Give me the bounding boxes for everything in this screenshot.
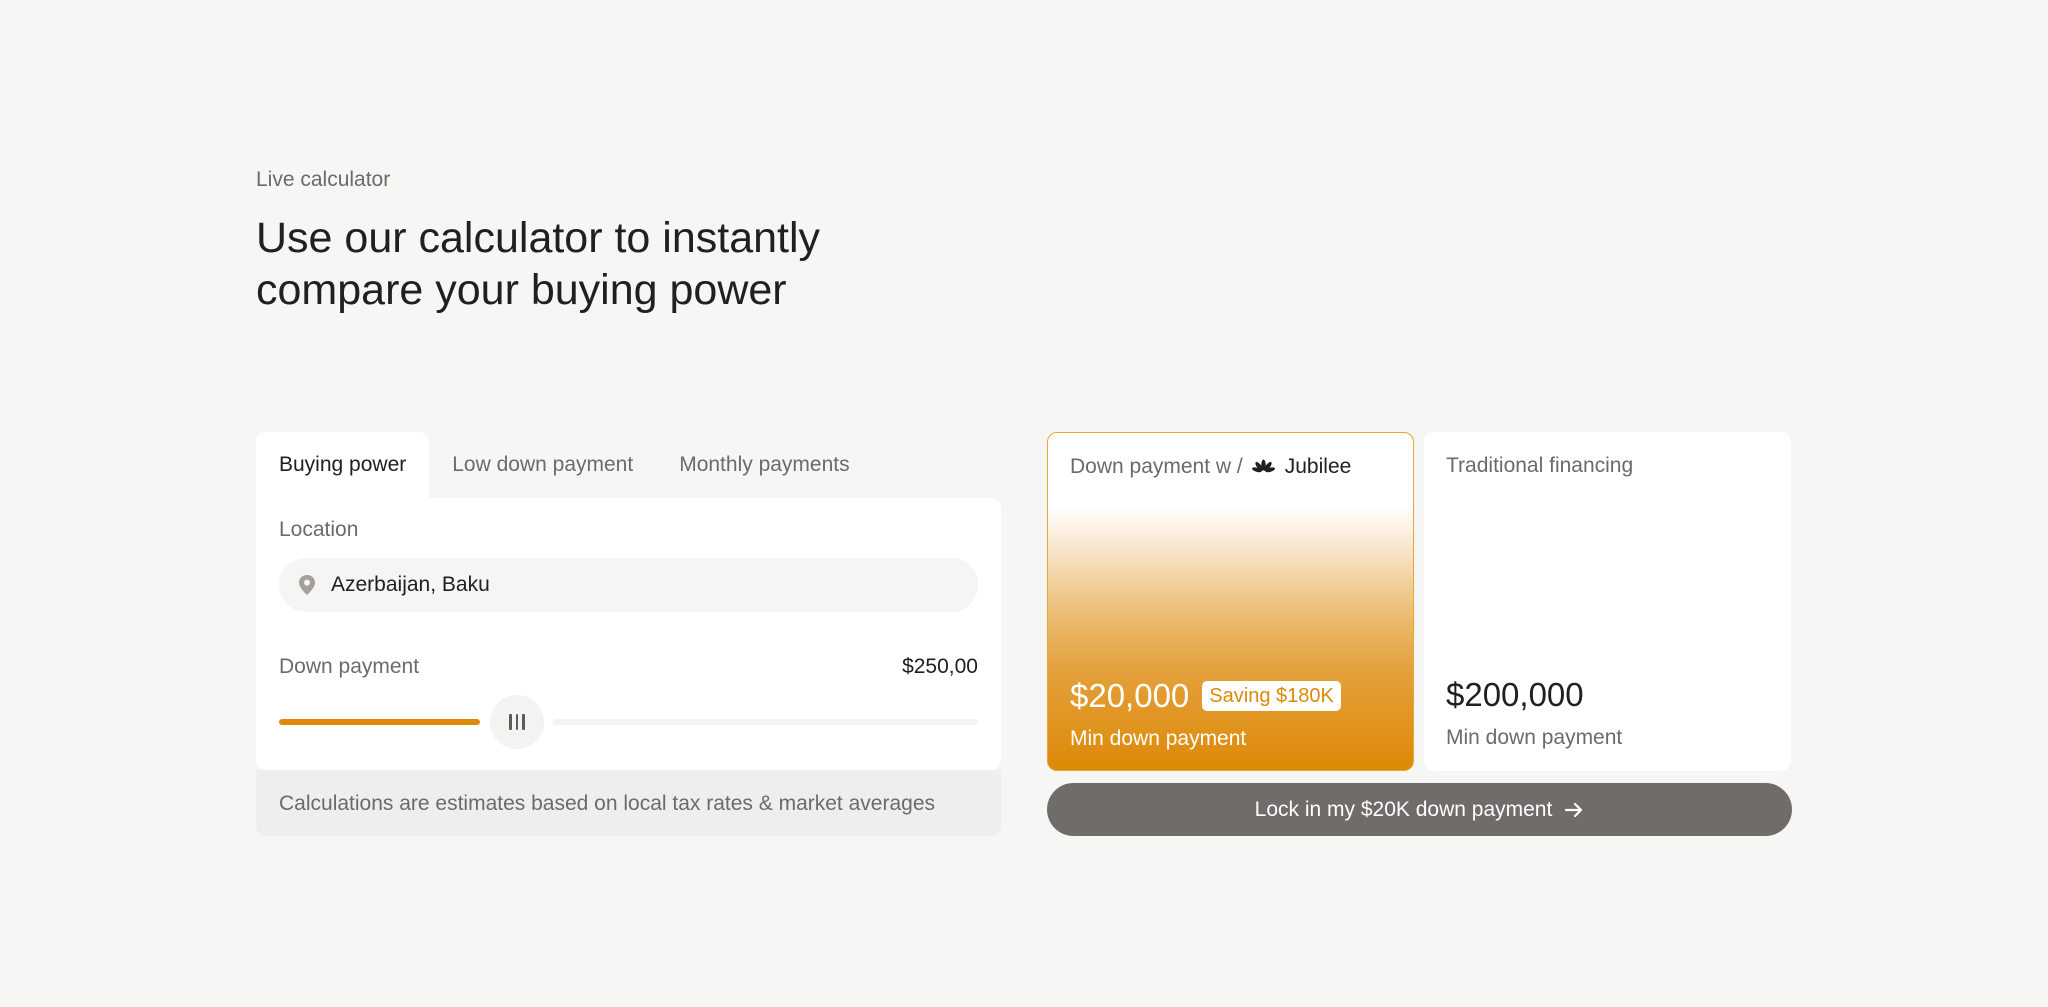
down-payment-label: Down payment <box>279 655 420 678</box>
arrow-right-icon <box>1565 802 1583 817</box>
traditional-subtitle: Min down payment <box>1446 726 1623 749</box>
location-input[interactable]: Azerbaijan, Baku <box>279 558 978 612</box>
jubilee-title-prefix: Down payment w / <box>1070 455 1243 478</box>
saving-badge: Saving $180K <box>1202 681 1341 711</box>
slider-fill <box>279 719 480 725</box>
jubilee-amount-value: $20,000 <box>1070 677 1190 714</box>
traditional-card: Traditional financing $200,000 Min down … <box>1424 432 1791 771</box>
slider-thumb[interactable] <box>490 695 544 749</box>
cta-label: Lock in my $20K down payment <box>1254 797 1553 821</box>
tab-buying-power[interactable]: Buying power <box>256 432 430 498</box>
tab-monthly-payments[interactable]: Monthly payments <box>656 432 872 498</box>
traditional-amount: $200,000 <box>1446 676 1584 713</box>
slider-track <box>553 719 978 725</box>
down-payment-value: $250,00 <box>902 655 978 678</box>
jubilee-logo-icon <box>1251 459 1275 473</box>
jubilee-subtitle: Min down payment <box>1070 727 1247 750</box>
jubilee-brand-name: Jubilee <box>1284 455 1352 478</box>
location-pin-icon <box>299 575 315 595</box>
calculator-tabs: Buying power Low down payment Monthly pa… <box>256 432 873 498</box>
jubilee-amount: $20,000 Saving $180K <box>1070 677 1341 715</box>
jubilee-card: Down payment w / Jubilee $20,000 Saving … <box>1047 432 1414 771</box>
tab-low-down-payment[interactable]: Low down payment <box>429 432 656 498</box>
jubilee-card-title: Down payment w / Jubilee <box>1070 455 1351 479</box>
page-title: Use our calculator to instantly compare … <box>256 214 821 314</box>
disclaimer-note: Calculations are estimates based on loca… <box>256 770 1001 836</box>
location-value: Azerbaijan, Baku <box>331 573 490 596</box>
traditional-card-title: Traditional financing <box>1446 454 1634 477</box>
down-payment-slider[interactable] <box>279 694 978 750</box>
location-label: Location <box>279 518 359 541</box>
section-eyebrow: Live calculator <box>256 168 391 191</box>
grip-icon <box>509 714 525 730</box>
calculator-panel: Location Azerbaijan, Baku Down payment $… <box>256 498 1001 770</box>
lock-down-payment-button[interactable]: Lock in my $20K down payment <box>1047 783 1792 836</box>
